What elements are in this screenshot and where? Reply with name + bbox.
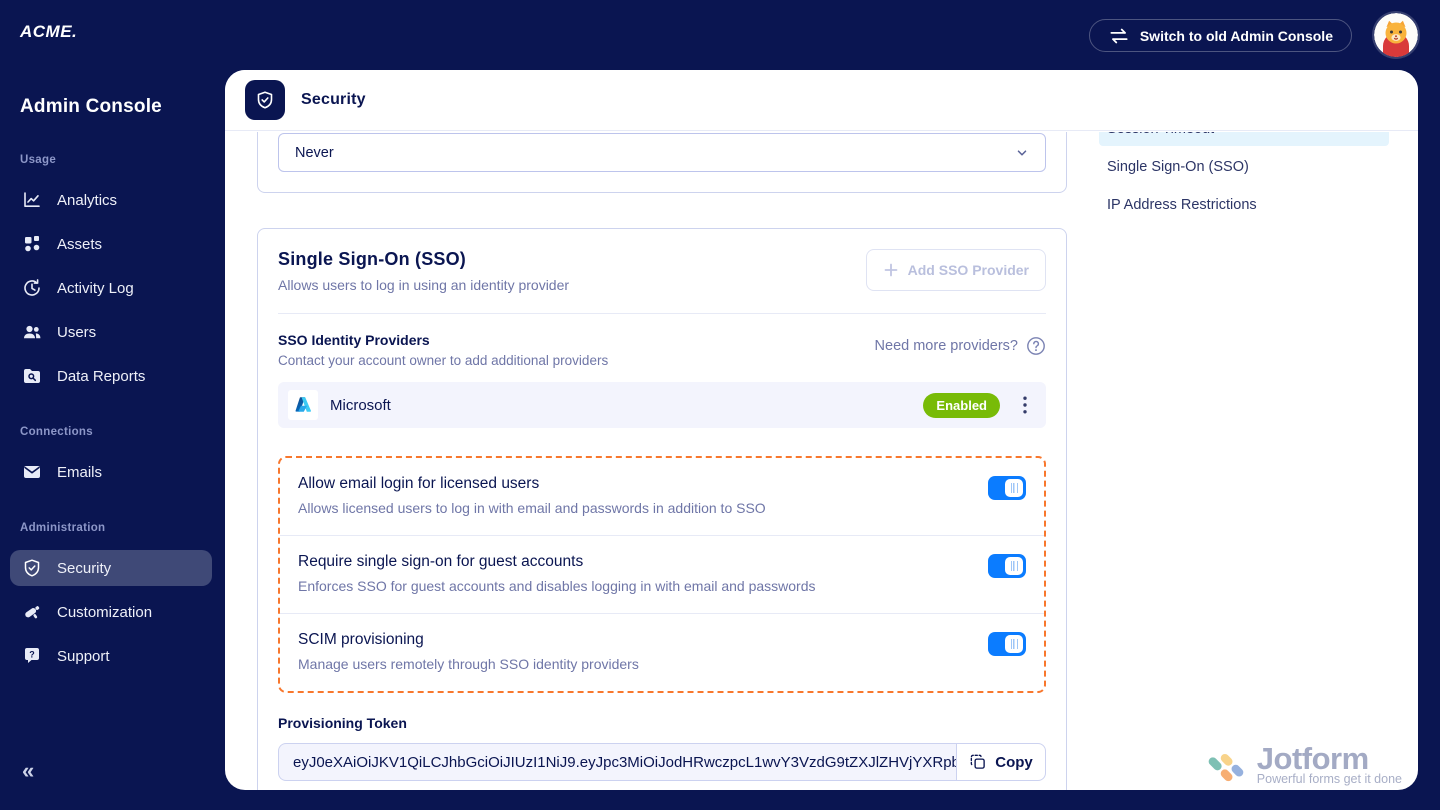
sidebar-item-label: Emails [57,463,103,481]
toggle-title: Allow email login for licensed users [298,475,540,492]
toggle-text-block: Require single sign-on for guest account… [298,553,816,594]
sidebar-item-assets[interactable]: Assets [10,226,212,262]
azure-logo-icon [288,390,318,420]
page-title: Security [301,91,366,108]
sidebar-item-label: Data Reports [57,367,146,385]
toggle-description: Manage users remotely through SSO identi… [298,656,639,672]
provisioning-token-group: eyJ0eXAiOiJKV1QiLCJhbGciOiJIUzI1NiJ9.eyJ… [278,743,1046,781]
toggle-knob [1005,635,1023,653]
require-sso-guests-toggle[interactable] [988,554,1026,578]
activity-log-icon [22,278,42,298]
security-content: Never Single Sign-On (SSO) Allows users … [225,132,1418,790]
kebab-menu-icon[interactable] [1012,392,1038,418]
chevron-down-icon [1015,146,1029,160]
sidebar-item-activity-log[interactable]: Activity Log [10,270,212,306]
copy-icon [969,753,987,771]
section-label-usage: Usage [20,154,57,166]
section-label-administration: Administration [20,522,106,534]
sidebar: ACME. Admin Console Usage Analytics Asse… [0,0,225,810]
analytics-icon [22,190,42,210]
acme-logo: ACME. [20,22,78,41]
plus-icon [883,262,899,278]
toggle-knob [1005,557,1023,575]
sidebar-item-label: Assets [57,235,103,253]
sidebar-item-customization[interactable]: Customization [10,594,212,630]
sidebar-item-emails[interactable]: Emails [10,454,212,490]
provisioning-token-label: Provisioning Token [278,715,407,731]
providers-subtitle: Contact your account owner to add additi… [278,353,609,368]
toggle-title: SCIM provisioning [298,631,424,648]
question-circle-icon[interactable] [1026,336,1046,356]
add-sso-provider-button[interactable]: Add SSO Provider [865,249,1046,291]
sidebar-item-security[interactable]: Security [10,550,212,586]
help-bubble-icon: ? [22,646,42,666]
shield-icon [22,558,42,578]
data-reports-icon [22,366,42,386]
section-nav-session-timeout[interactable]: Session Timeout [1099,132,1389,146]
sso-options-highlight: Allow email login for licensed users All… [278,456,1046,693]
toggle-title: Require single sign-on for guest account… [298,553,584,570]
switch-old-console-button[interactable]: Switch to old Admin Console [1088,19,1352,52]
main-panel: Security Never Single Sign-On (SSO) Allo… [225,70,1418,790]
toggle-description: Allows licensed users to log in with ema… [298,500,766,516]
sidebar-collapse-button[interactable]: « [22,760,34,782]
add-sso-provider-label: Add SSO Provider [907,262,1029,278]
copy-label: Copy [995,753,1033,771]
sso-panel: Single Sign-On (SSO) Allows users to log… [257,228,1067,790]
toggle-description: Enforces SSO for guest accounts and disa… [298,578,816,594]
security-shield-icon [245,80,285,120]
toggle-row-require-sso-guests: Require single sign-on for guest account… [280,535,1044,613]
session-timeout-panel: Never [257,132,1067,193]
need-more-providers: Need more providers? [875,336,1046,356]
switch-old-console-label: Switch to old Admin Console [1139,27,1333,44]
sidebar-item-label: Analytics [57,191,118,209]
sso-subtitle: Allows users to log in using an identity… [278,277,570,293]
toggle-text-block: SCIM provisioning Manage users remotely … [298,631,639,672]
paint-roller-icon [22,602,42,622]
sidebar-item-label: Activity Log [57,279,134,297]
sidebar-nav: Usage Analytics Assets Activity Log User… [10,150,212,682]
svg-text:?: ? [29,650,35,660]
toggle-knob [1005,479,1023,497]
users-icon [22,322,42,342]
security-header: Security [225,70,1418,131]
sso-panel-header: Single Sign-On (SSO) Allows users to log… [278,249,1046,314]
provider-name: Microsoft [330,396,391,414]
toggle-row-scim: SCIM provisioning Manage users remotely … [280,613,1044,691]
sidebar-item-label: Security [57,559,112,577]
sidebar-item-label: Users [57,323,97,341]
sidebar-item-users[interactable]: Users [10,314,212,350]
swap-arrows-icon [1108,27,1130,45]
sidebar-item-analytics[interactable]: Analytics [10,182,212,218]
copy-token-button[interactable]: Copy [956,743,1046,781]
sidebar-item-data-reports[interactable]: Data Reports [10,358,212,394]
sso-title: Single Sign-On (SSO) [278,249,466,269]
providers-header-row: SSO Identity Providers Contact your acco… [278,332,1046,368]
scim-provisioning-toggle[interactable] [988,632,1026,656]
status-badge: Enabled [923,392,1000,418]
session-timeout-value: Never [295,144,334,161]
toggle-row-email-login: Allow email login for licensed users All… [280,458,1044,535]
section-label-connections: Connections [20,426,93,438]
need-more-label: Need more providers? [874,338,1018,354]
assets-icon [22,234,42,254]
section-nav-sso[interactable]: Single Sign-On (SSO) [1099,150,1389,184]
provider-row-microsoft: Microsoft Enabled [278,382,1046,428]
settings-column: Never Single Sign-On (SSO) Allows users … [257,132,1067,790]
providers-heading-block: SSO Identity Providers Contact your acco… [278,332,608,368]
sidebar-item-label: Customization [57,603,153,621]
sidebar-item-support[interactable]: ? Support [10,638,212,674]
avatar[interactable] [1374,13,1418,57]
section-nav-ip-restrictions[interactable]: IP Address Restrictions [1099,188,1389,222]
toggle-text-block: Allow email login for licensed users All… [298,475,766,516]
email-icon [22,462,42,482]
providers-heading: SSO Identity Providers [278,332,430,348]
admin-console-title: Admin Console [20,96,162,117]
session-timeout-select[interactable]: Never [278,133,1046,172]
sidebar-item-label: Support [57,647,110,665]
section-nav: Session Timeout Single Sign-On (SSO) IP … [1099,132,1389,222]
sso-heading-block: Single Sign-On (SSO) Allows users to log… [278,249,569,293]
provisioning-token-value[interactable]: eyJ0eXAiOiJKV1QiLCJhbGciOiJIUzI1NiJ9.eyJ… [278,743,956,781]
email-login-toggle[interactable] [988,476,1026,500]
